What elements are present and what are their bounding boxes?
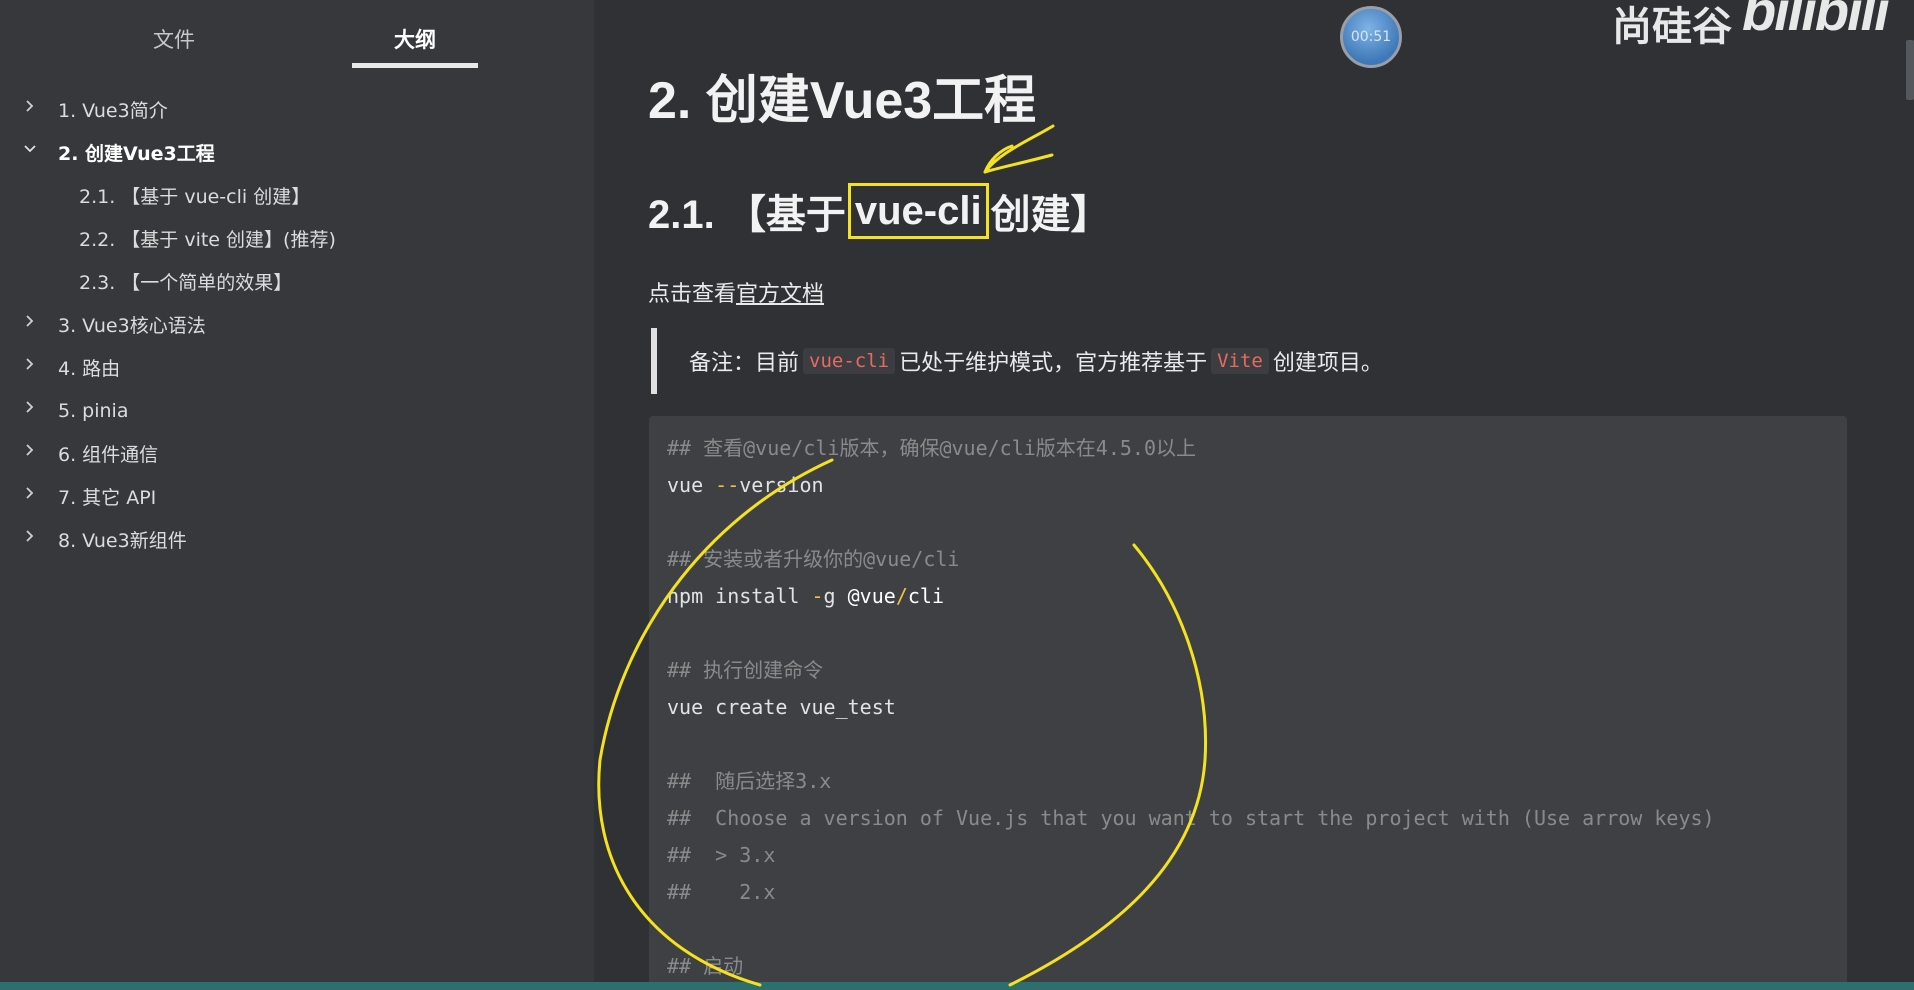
code-line: ## 查看@vue/cli版本，确保@vue/cli版本在4.5.0以上: [667, 436, 1196, 460]
sidebar: 文件 大纲 1. Vue3简介 2. 创建Vue3工程 2.1. 【基于 vue…: [0, 0, 594, 990]
timer-badge: 00:51: [1340, 6, 1402, 68]
code-line: ## Choose a version of Vue.js that you w…: [667, 806, 1715, 830]
outline-item-pinia[interactable]: 5. pinia: [0, 389, 594, 432]
code-line: vue --version: [667, 467, 1829, 504]
note-suffix: 创建项目。: [1272, 351, 1383, 376]
outline-tree: 1. Vue3简介 2. 创建Vue3工程 2.1. 【基于 vue-cli 创…: [0, 88, 594, 561]
outline-item-vite[interactable]: 2.2. 【基于 vite 创建】(推荐): [0, 217, 594, 260]
sidebar-tabs: 文件 大纲: [0, 0, 594, 70]
bilibili-logo: bilibili: [1742, 0, 1890, 42]
note-middle: 已处于维护模式，官方推荐基于: [899, 351, 1208, 376]
chevron-right-icon[interactable]: [22, 98, 38, 114]
outline-item-label: 2. 创建Vue3工程: [58, 143, 215, 165]
code-line: ## > 3.x: [667, 843, 776, 867]
outline-item-label: 6. 组件通信: [58, 444, 159, 466]
brand-watermark-cn: 尚硅谷: [1612, 5, 1732, 49]
code-line: ## 随后选择3.x: [667, 769, 832, 793]
outline-item-label: 8. Vue3新组件: [58, 530, 187, 552]
chevron-right-icon[interactable]: [22, 528, 38, 544]
chevron-down-icon[interactable]: [22, 141, 38, 157]
section-title-suffix: 创建】: [990, 193, 1111, 237]
code-line: npm install -g @vue/cli: [667, 578, 1829, 615]
section-title-highlight: vue-cli: [847, 183, 989, 239]
outline-item-label: 7. 其它 API: [58, 487, 157, 509]
outline-item-label: 2.3. 【一个简单的效果】: [79, 272, 293, 294]
tab-files[interactable]: 文件: [124, 24, 224, 54]
note-prefix: 备注：目前: [689, 351, 800, 376]
chevron-right-icon[interactable]: [22, 356, 38, 372]
section-title: 2.1. 【基于 vue-cli 创建】: [648, 182, 1111, 240]
chevron-right-icon[interactable]: [22, 485, 38, 501]
page-title: 2. 创建Vue3工程: [648, 72, 1037, 130]
note-blockquote: 备注：目前 vue-cli 已处于维护模式，官方推荐基于 Vite 创建项目。: [651, 328, 1851, 394]
code-token: npm install: [667, 584, 812, 608]
inline-code-vue-cli: vue-cli: [803, 348, 896, 374]
outline-item-label: 5. pinia: [58, 399, 129, 422]
code-token: --: [715, 473, 740, 497]
official-docs-link[interactable]: 官方文档: [736, 282, 824, 307]
doc-line: 点击查看官方文档: [648, 276, 824, 308]
chevron-right-icon[interactable]: [22, 313, 38, 329]
code-token: /: [895, 584, 908, 608]
outline-item-label: 4. 路由: [58, 358, 121, 380]
outline-item-other-api[interactable]: 7. 其它 API: [0, 475, 594, 518]
outline-item-component-communication[interactable]: 6. 组件通信: [0, 432, 594, 475]
outline-item-simple-effect[interactable]: 2.3. 【一个简单的效果】: [0, 260, 594, 303]
code-token: version: [739, 473, 824, 497]
code-line: ## 2.x: [667, 880, 776, 904]
document-area: 2. 创建Vue3工程 2.1. 【基于 vue-cli 创建】 点击查看官方文…: [594, 0, 1914, 990]
outline-item-label: 2.1. 【基于 vue-cli 创建】: [79, 186, 311, 208]
code-token: vue: [667, 473, 716, 497]
tab-active-underline: [352, 63, 478, 68]
code-token: -: [811, 584, 824, 608]
code-token: @vue: [847, 584, 896, 608]
doc-text: 点击查看: [648, 282, 737, 307]
code-line: ## 安装或者升级你的@vue/cli: [667, 547, 960, 571]
chevron-right-icon[interactable]: [22, 399, 38, 415]
outline-item-label: 1. Vue3简介: [58, 100, 168, 122]
outline-item-label: 3. Vue3核心语法: [58, 315, 206, 337]
bottom-status-strip: [0, 982, 1914, 990]
outline-item-vue3-intro[interactable]: 1. Vue3简介: [0, 88, 594, 131]
outline-item-vue-cli[interactable]: 2.1. 【基于 vue-cli 创建】: [0, 174, 594, 217]
code-line: ## 执行创建命令: [667, 658, 824, 682]
outline-item-create-project[interactable]: 2. 创建Vue3工程: [0, 131, 594, 174]
outline-item-new-components[interactable]: 8. Vue3新组件: [0, 518, 594, 561]
outline-item-label: 2.2. 【基于 vite 创建】(推荐): [79, 229, 336, 251]
outline-item-core-syntax[interactable]: 3. Vue3核心语法: [0, 303, 594, 346]
scrollbar-thumb[interactable]: [1906, 40, 1914, 100]
code-token: cli: [907, 584, 944, 608]
section-title-prefix: 2.1. 【基于: [648, 193, 846, 237]
outline-item-router[interactable]: 4. 路由: [0, 346, 594, 389]
inline-code-vite: Vite: [1211, 348, 1269, 374]
code-block[interactable]: ## 查看@vue/cli版本，确保@vue/cli版本在4.5.0以上 vue…: [649, 416, 1847, 990]
code-line: ## 启动: [667, 954, 744, 978]
chevron-right-icon[interactable]: [22, 442, 38, 458]
code-line: vue create vue_test: [667, 695, 896, 719]
code-token: g: [823, 584, 848, 608]
tab-outline[interactable]: 大纲: [352, 24, 478, 54]
